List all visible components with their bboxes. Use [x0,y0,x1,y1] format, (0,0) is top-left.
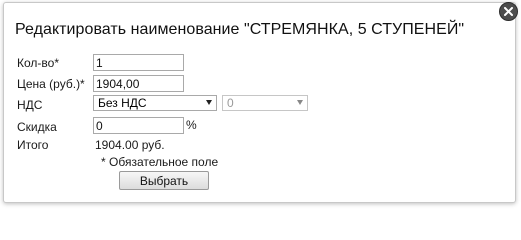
price-input[interactable] [93,75,184,92]
vat-rate-value: 0 [227,96,234,110]
discount-label: Скидка [17,120,57,134]
dropdown-arrow-icon [206,100,212,105]
vat-type-select[interactable]: Без НДС [93,95,217,111]
close-icon [504,7,513,16]
vat-label: НДС [17,98,43,112]
select-button[interactable]: Выбрать [119,171,209,190]
dropdown-arrow-icon [297,100,303,105]
total-label: Итого [17,138,49,152]
vat-type-value: Без НДС [98,96,147,110]
price-label: Цена (руб.)* [17,77,85,91]
required-field-note: * Обязательное поле [101,155,219,169]
discount-input[interactable] [93,117,184,134]
quantity-input[interactable] [93,54,184,71]
quantity-label: Кол-во* [17,56,59,70]
total-value: 1904.00 руб. [95,138,165,152]
close-button[interactable] [499,2,518,21]
vat-rate-select[interactable]: 0 [222,95,308,111]
discount-unit: % [186,118,197,132]
dialog-title: Редактировать наименование "СТРЕМЯНКА, 5… [15,21,465,38]
